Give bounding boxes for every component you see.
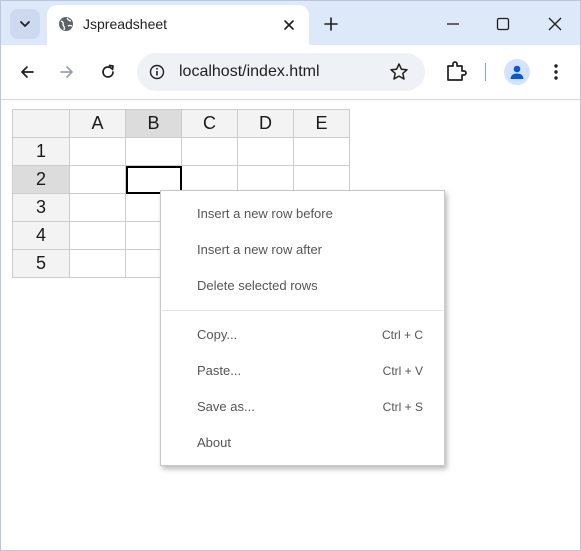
menu-item-about[interactable]: About — [161, 429, 444, 459]
close-icon — [548, 17, 562, 31]
reload-icon — [102, 64, 114, 78]
maximize-icon — [496, 17, 510, 31]
cell[interactable] — [69, 193, 126, 222]
address-bar[interactable]: localhost/index.html — [137, 53, 425, 91]
menu-item-shortcut: Ctrl + S — [382, 400, 423, 414]
forward-button[interactable] — [54, 59, 80, 85]
profile-avatar[interactable] — [504, 59, 530, 85]
column-header-c[interactable]: C — [181, 109, 238, 138]
person-icon — [510, 65, 524, 79]
minimize-icon — [447, 23, 459, 25]
menu-item-paste[interactable]: Paste... Ctrl + V — [161, 357, 444, 387]
tab-search-button[interactable] — [10, 9, 40, 39]
row-header-3[interactable]: 3 — [12, 193, 70, 222]
tab-title: Jspreadsheet — [83, 16, 168, 32]
close-window-button[interactable] — [541, 10, 569, 38]
chevron-down-icon — [20, 21, 30, 27]
toolbar-separator — [485, 63, 486, 81]
minimize-button[interactable] — [439, 10, 467, 38]
menu-item-shortcut: Ctrl + V — [382, 364, 423, 378]
star-icon[interactable] — [389, 62, 409, 82]
cell[interactable] — [237, 137, 294, 166]
menu-item-insert-row-after[interactable]: Insert a new row after — [161, 236, 444, 266]
reload-button[interactable] — [95, 59, 121, 85]
cell[interactable] — [69, 165, 126, 194]
plus-icon — [324, 17, 338, 31]
menu-item-label: Copy... — [197, 327, 238, 342]
menu-item-label: Paste... — [197, 363, 242, 378]
menu-item-label: Insert a new row after — [197, 242, 322, 257]
browser-window: Jspreadsheet localhost/index.html A B C … — [0, 0, 581, 551]
browser-menu-button[interactable] — [546, 59, 566, 85]
menu-item-label: Save as... — [197, 399, 255, 414]
row-header-4[interactable]: 4 — [12, 221, 70, 250]
tab-close-button[interactable] — [279, 15, 299, 35]
menu-item-copy[interactable]: Copy... Ctrl + C — [161, 321, 444, 351]
menu-item-label: Insert a new row before — [197, 206, 333, 221]
column-header-a[interactable]: A — [69, 109, 126, 138]
cell[interactable] — [181, 137, 238, 166]
menu-item-save-as[interactable]: Save as... Ctrl + S — [161, 393, 444, 423]
extensions-icon[interactable] — [444, 59, 468, 83]
row-header-5[interactable]: 5 — [12, 249, 70, 278]
cell[interactable] — [125, 137, 182, 166]
new-tab-button[interactable] — [319, 12, 343, 36]
column-header-e[interactable]: E — [293, 109, 350, 138]
more-vertical-icon — [554, 64, 558, 80]
browser-toolbar: localhost/index.html — [1, 45, 580, 100]
column-header-d[interactable]: D — [237, 109, 294, 138]
menu-item-delete-rows[interactable]: Delete selected rows — [161, 272, 444, 302]
globe-icon — [59, 17, 73, 31]
arrow-left-icon — [21, 66, 34, 78]
cell[interactable] — [69, 221, 126, 250]
row-header-1[interactable]: 1 — [12, 137, 70, 166]
column-header-b[interactable]: B — [125, 109, 182, 138]
info-icon[interactable] — [149, 64, 165, 80]
menu-item-insert-row-before[interactable]: Insert a new row before — [161, 200, 444, 230]
cell[interactable] — [293, 137, 350, 166]
select-all-corner[interactable] — [12, 109, 70, 138]
back-button[interactable] — [14, 59, 40, 85]
arrow-right-icon — [60, 66, 73, 78]
menu-divider — [162, 310, 443, 311]
close-icon — [284, 20, 294, 30]
cell[interactable] — [69, 249, 126, 278]
maximize-button[interactable] — [489, 10, 517, 38]
context-menu: Insert a new row before Insert a new row… — [160, 190, 445, 466]
tab-strip: Jspreadsheet — [1, 1, 580, 45]
menu-item-label: About — [197, 435, 231, 450]
row-header-2[interactable]: 2 — [12, 165, 70, 194]
cell[interactable] — [69, 137, 126, 166]
url-text[interactable]: localhost/index.html — [179, 63, 320, 81]
menu-item-label: Delete selected rows — [197, 278, 318, 293]
menu-item-shortcut: Ctrl + C — [381, 328, 423, 342]
browser-tab[interactable]: Jspreadsheet — [47, 5, 309, 45]
